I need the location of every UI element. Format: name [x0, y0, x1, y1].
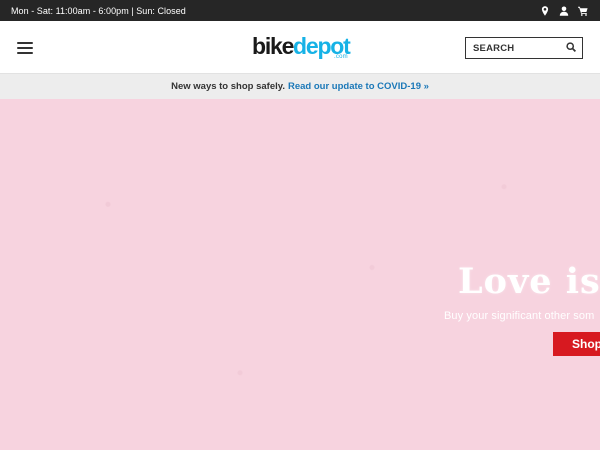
logo-bike-text: bike: [252, 33, 294, 59]
menu-icon[interactable]: [17, 42, 33, 54]
top-info-bar: Mon - Sat: 11:00am - 6:00pm | Sun: Close…: [0, 0, 600, 21]
notice-text: New ways to shop safely.: [171, 81, 285, 92]
bike-depot-logo[interactable]: bike depot .com: [252, 33, 351, 63]
hero-banner[interactable]: Love is i Buy your significant other som…: [0, 99, 600, 450]
hero-subtext: Buy your significant other som: [444, 310, 595, 322]
logo-com-text: .com: [334, 54, 348, 60]
covid-update-link[interactable]: Read our update to COVID-19 »: [288, 81, 429, 92]
search-input[interactable]: SEARCH: [465, 37, 583, 59]
covid-notice-bar: New ways to shop safely. Read our update…: [0, 74, 600, 99]
site-header: bike depot .com SEARCH: [0, 21, 600, 74]
hero-headline: Love is i: [458, 261, 600, 302]
search-icon[interactable]: [566, 39, 577, 57]
location-icon[interactable]: [540, 5, 550, 16]
top-icons: [540, 5, 588, 16]
cart-icon[interactable]: [578, 6, 588, 16]
account-icon[interactable]: [559, 6, 569, 16]
store-hours: Mon - Sat: 11:00am - 6:00pm | Sun: Close…: [11, 5, 186, 16]
search-placeholder: SEARCH: [473, 42, 515, 54]
shop-button[interactable]: Shop: [553, 332, 600, 356]
